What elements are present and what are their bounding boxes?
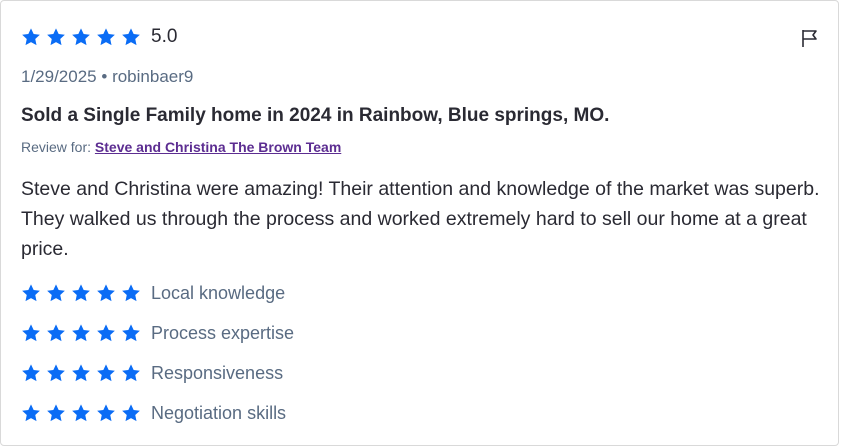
sub-rating-label: Negotiation skills bbox=[151, 402, 287, 423]
star-icon bbox=[71, 323, 91, 343]
sub-rating-stars bbox=[21, 323, 146, 343]
star-icon bbox=[46, 27, 66, 47]
star-icon bbox=[46, 283, 66, 303]
overall-rating: 5.0 bbox=[21, 25, 177, 49]
star-icon bbox=[46, 363, 66, 383]
star-icon bbox=[21, 283, 41, 303]
star-icon bbox=[71, 283, 91, 303]
sub-rating-label: Local knowledge bbox=[151, 282, 286, 303]
sub-rating-stars bbox=[21, 403, 146, 423]
review-title: Sold a Single Family home in 2024 in Rai… bbox=[21, 105, 610, 126]
sub-rating-local-knowledge: Local knowledge bbox=[21, 281, 285, 305]
star-icon bbox=[121, 363, 141, 383]
star-icon bbox=[121, 27, 141, 47]
review-for-label: Review for: bbox=[21, 139, 92, 155]
star-icon bbox=[21, 323, 41, 343]
sub-rating-label: Process expertise bbox=[151, 322, 295, 343]
sub-rating-stars bbox=[21, 283, 146, 303]
sub-rating-label: Responsiveness bbox=[151, 362, 284, 383]
rating-value: 5.0 bbox=[151, 26, 178, 47]
sub-rating-process-expertise: Process expertise bbox=[21, 321, 294, 345]
star-icon bbox=[96, 403, 116, 423]
star-icon bbox=[71, 363, 91, 383]
sub-rating-negotiation-skills: Negotiation skills bbox=[21, 401, 286, 425]
review-for: Review for: Steve and Christina The Brow… bbox=[21, 139, 341, 155]
star-icon bbox=[46, 403, 66, 423]
star-icon bbox=[121, 323, 141, 343]
star-icon bbox=[71, 403, 91, 423]
review-date: 1/29/2025 bbox=[21, 67, 97, 86]
sub-rating-stars bbox=[21, 363, 146, 383]
star-icon bbox=[21, 403, 41, 423]
star-icon bbox=[21, 363, 41, 383]
agent-link[interactable]: Steve and Christina The Brown Team bbox=[95, 139, 341, 155]
review-meta: 1/29/2025 • robinbaer9 bbox=[21, 67, 193, 87]
star-icon bbox=[96, 363, 116, 383]
star-icon bbox=[96, 27, 116, 47]
star-icon bbox=[96, 323, 116, 343]
review-card: 5.0 1/29/2025 • robinbaer9 Sold a Single… bbox=[0, 0, 839, 446]
sub-rating-responsiveness: Responsiveness bbox=[21, 361, 283, 385]
star-icon bbox=[121, 283, 141, 303]
star-icon bbox=[96, 283, 116, 303]
flag-icon[interactable] bbox=[799, 27, 821, 49]
review-author: robinbaer9 bbox=[112, 67, 194, 86]
star-icon bbox=[71, 27, 91, 47]
star-icon bbox=[21, 27, 41, 47]
overall-stars bbox=[21, 27, 146, 47]
star-icon bbox=[46, 323, 66, 343]
review-text: Steve and Christina were amazing! Their … bbox=[21, 178, 820, 260]
star-icon bbox=[121, 403, 141, 423]
meta-separator: • bbox=[101, 67, 108, 86]
